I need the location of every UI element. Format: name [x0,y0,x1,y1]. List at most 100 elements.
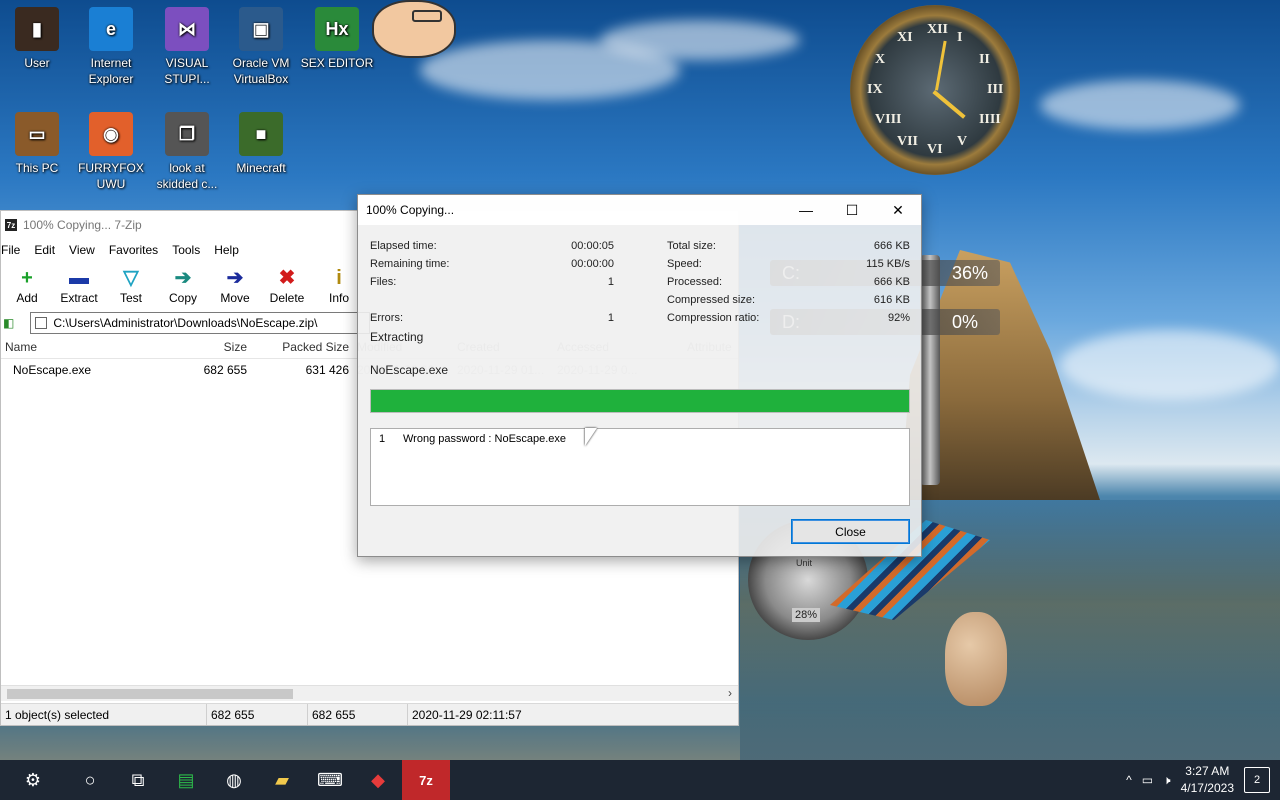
7zip-app-icon: 7z [5,219,17,231]
close-button[interactable]: Close [791,519,910,544]
stat-label: Total size: [667,240,716,252]
menu-item-edit[interactable]: Edit [27,243,62,257]
network-icon[interactable]: ▭ [1142,773,1153,787]
stat-label: Remaining time: [370,258,450,270]
cloud [600,20,800,60]
test-button[interactable]: ▽ Test [105,265,157,305]
desktop-icon-label: This PC [15,161,59,175]
add-icon: + [21,267,33,289]
extract-button[interactable]: ▬ Extract [53,265,105,305]
clock-hour-hand [932,90,966,119]
tray-chevron-icon[interactable]: ^ [1126,773,1132,787]
volume-icon[interactable]: 🕨 [1163,773,1171,788]
stat-value: 1 [607,276,614,288]
clock-numeral: II [978,52,990,67]
menu-item-favorites[interactable]: Favorites [102,243,165,257]
stat-value: 115 KB/s [866,258,910,270]
taskbar-task-view-icon[interactable]: ⧉ [114,760,162,800]
copy-button[interactable]: ➔ Copy [157,265,209,305]
archive-icon [35,317,48,329]
toolbar-label: Move [220,291,250,305]
toolbar-label: Extract [60,291,98,305]
desktop-icon-0[interactable]: ▮ User [0,5,74,71]
desktop-icon-image: e [89,7,133,51]
desktop-icon-label: User [24,56,50,70]
taskbar-time: 3:27 AM [1185,764,1230,778]
menu-item-view[interactable]: View [62,243,102,257]
desktop-icon-2[interactable]: ⋈ VISUAL STUPI... [150,5,224,87]
clock-minute-hand [935,40,947,91]
taskbar-file-explorer-icon[interactable]: ▰ [258,760,306,800]
stat-value: 00:00:00 [571,258,614,270]
notifications-icon[interactable]: 2 [1244,767,1270,793]
taskbar: ⚙ ○ ⧉ ▤ ◍ ▰ ⌨ ◆ 7z ^ ▭ 🕨 3:27 AM 4/17/2023 2 [0,760,1280,800]
taskbar-clock[interactable]: 3:27 AM 4/17/2023 [1181,763,1234,797]
clock-numeral: V [957,133,968,149]
hamster-image [945,612,1007,706]
desktop-icon-image: ❐ [165,112,209,156]
taskbar-keyboard-app-icon[interactable]: ⌨ [306,760,354,800]
taskbar-search-icon[interactable]: ○ [66,760,114,800]
stat-value: 00:00:05 [571,240,614,252]
menu-item-tools[interactable]: Tools [165,243,207,257]
add-button[interactable]: + Add [1,265,53,305]
operation-label: Extracting [370,330,424,344]
maximize-button[interactable]: ☐ [829,195,875,225]
column-header-2[interactable]: Packed Size [251,340,353,354]
menu-item-help[interactable]: Help [207,243,246,257]
clock-numeral: VI [927,142,943,157]
column-header-0[interactable]: Name [1,340,151,354]
delete-button[interactable]: ✖ Delete [261,265,313,305]
taskbar-red-app-icon[interactable]: ◆ [354,760,402,800]
stat-label: Compression ratio: [667,312,760,324]
progress-bar [370,389,910,413]
status-size: 682 655 [207,704,308,725]
column-header-1[interactable]: Size [151,340,251,354]
clock-numeral: VIII [875,112,902,127]
close-window-button[interactable]: ✕ [875,195,921,225]
desktop-icon-image: ▮ [15,7,59,51]
small-gauge-label: Unit [796,558,813,568]
cloud [1040,80,1240,130]
current-file: NoEscape.exe [370,363,449,377]
error-list[interactable]: 1 Wrong password : NoEscape.exe [370,428,910,506]
desktop-icon-label: Internet Explorer [88,56,134,86]
desktop-icon-1[interactable]: e Internet Explorer [74,5,148,87]
taskbar-chrome-icon[interactable]: ◍ [210,760,258,800]
stat-label: Speed: [667,258,702,270]
move-button[interactable]: ➔ Move [209,265,261,305]
clock-numeral: XII [927,22,949,37]
desktop-icon-4[interactable]: Hx SEX EDITOR [300,5,374,71]
cloud [1060,330,1280,400]
status-modified: 2020-11-29 02:11:57 [412,707,522,722]
up-folder-icon[interactable]: ◧ [3,316,14,330]
clock-numeral: X [875,52,886,67]
taskbar-7zip-icon[interactable]: 7z [402,760,450,800]
mouse-cursor [585,428,597,446]
address-input[interactable]: C:\Users\Administrator\Downloads\NoEscap… [30,312,371,334]
horizontal-scrollbar[interactable]: › [1,685,738,701]
taskbar-app-green-icon[interactable]: ▤ [162,760,210,800]
minimize-button[interactable]: — [783,195,829,225]
info-icon: i [336,267,342,289]
desktop-icon-7[interactable]: ❐ look at skidded c... [150,110,224,192]
desktop-icon-image: ◉ [89,112,133,156]
desktop-icon-5[interactable]: ▭ This PC [0,110,74,176]
error-row[interactable]: 1 Wrong password : NoEscape.exe [379,433,901,445]
desktop-icon-8[interactable]: ■ Minecraft [224,110,298,176]
menu-item-file[interactable]: File [1,243,27,257]
status-bar: 1 object(s) selected 682 655 682 655 202… [1,703,738,725]
scrollbar-thumb[interactable] [7,689,293,699]
stat-label: Compressed size: [667,294,756,306]
desktop-icon-label: SEX EDITOR [300,56,374,70]
desktop-icon-6[interactable]: ◉ FURRYFOX UWU [74,110,148,192]
notification-count: 2 [1253,774,1261,786]
taskbar-start-orb-icon[interactable]: ⚙ [0,760,66,800]
clock-numeral: VII [897,133,919,149]
stat-value: 666 KB [873,276,910,288]
scroll-right-icon[interactable]: › [728,686,732,700]
drive-d-value: 0% [952,311,979,332]
desktop-icon-3[interactable]: ▣ Oracle VM VirtualBox [224,5,298,87]
cartoon-glasses [412,10,442,22]
stat-value: 92% [887,312,910,324]
